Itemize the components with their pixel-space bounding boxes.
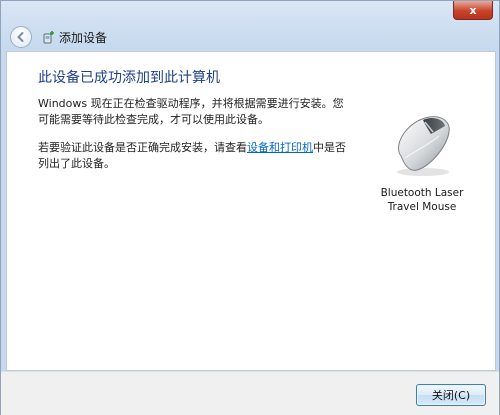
verify-text: 若要验证此设备是否正确完成安装，请查看设备和打印机中是否列出了此设备。 [38, 140, 348, 172]
device-tile: Bluetooth Laser Travel Mouse [377, 112, 467, 214]
mouse-icon [397, 116, 450, 176]
add-device-window: x 添加设备 此设备已成功添加到此计算机 Windows 现在正在检查驱动程序，… [0, 0, 500, 415]
title-bar: 添加设备 [1, 25, 499, 49]
back-button[interactable] [10, 26, 32, 48]
devices-and-printers-link[interactable]: 设备和打印机 [247, 141, 313, 154]
add-device-icon [43, 31, 54, 44]
verify-text-prefix: 若要验证此设备是否正确完成安装，请查看 [38, 141, 247, 154]
close-icon: x [469, 3, 477, 17]
page-heading: 此设备已成功添加到此计算机 [38, 70, 220, 86]
footer-bar: 关闭(C) [1, 371, 499, 415]
close-button[interactable]: 关闭(C) [416, 384, 486, 406]
window-close-button[interactable]: x [453, 1, 493, 20]
device-name-line2: Travel Mouse [387, 201, 457, 213]
window-title: 添加设备 [59, 30, 108, 45]
driver-check-text: Windows 现在正在检查驱动程序，并将根据需要进行安装。您可能需要等待此检查… [38, 97, 344, 126]
device-name: Bluetooth Laser Travel Mouse [377, 186, 467, 214]
content-panel: 此设备已成功添加到此计算机 Windows 现在正在检查驱动程序，并将根据需要进… [6, 51, 496, 371]
back-arrow-icon [17, 32, 24, 42]
device-name-line1: Bluetooth Laser [380, 187, 464, 199]
